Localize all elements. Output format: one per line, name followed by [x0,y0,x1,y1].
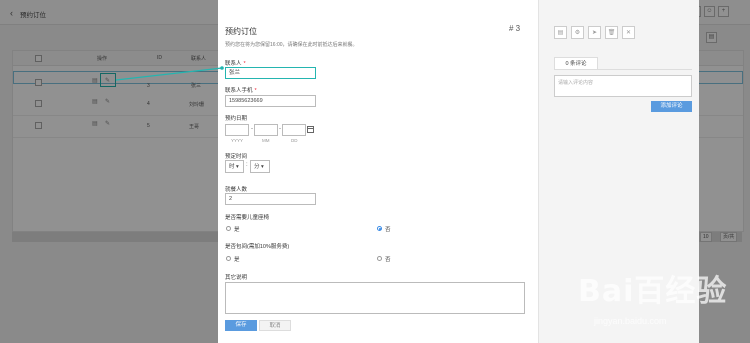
watermark-url: jingyan.baidu.com [594,316,667,326]
watermark-logo: Bai百经验 [578,274,728,309]
